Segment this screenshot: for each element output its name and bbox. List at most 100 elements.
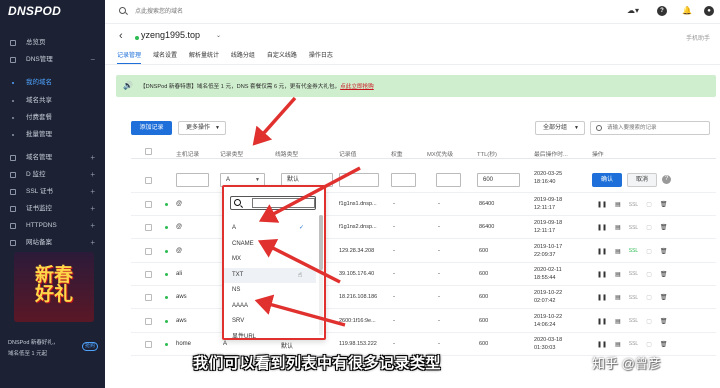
ssl-icon[interactable]: SSL <box>629 202 638 208</box>
remark-icon[interactable]: ▤ <box>615 271 621 278</box>
dropdown-option[interactable]: TXT ☝ <box>224 267 316 283</box>
dropdown-option[interactable]: NS <box>224 283 316 298</box>
mx-input[interactable] <box>436 173 461 187</box>
dropdown-option[interactable]: AAAA <box>224 299 316 314</box>
collapse-icon[interactable]: − <box>90 53 95 67</box>
remark-icon[interactable]: ▤ <box>615 224 621 231</box>
remark-icon[interactable]: ▤ <box>615 248 621 255</box>
pause-icon[interactable]: ❚❚ <box>597 271 607 278</box>
expand-icon[interactable]: + <box>90 219 95 233</box>
value-input[interactable] <box>339 173 379 187</box>
sidebar-subitem-paid-plan[interactable]: 付费套餐 <box>0 111 105 125</box>
document-icon[interactable]: ▢ <box>646 271 652 278</box>
help-icon[interactable]: ? <box>662 175 671 184</box>
scrollbar-thumb[interactable] <box>319 215 323 270</box>
sidebar-item-cert-monitor[interactable]: 证书监控 + <box>0 202 105 216</box>
sidebar-item-monitor[interactable]: D 监控 + <box>0 168 105 182</box>
tab-line-groups[interactable]: 线路分组 <box>231 52 255 64</box>
dropdown-option[interactable]: A ✓ <box>224 221 316 236</box>
host-input[interactable] <box>176 173 209 187</box>
ssl-icon[interactable]: SSL <box>629 248 638 254</box>
ssl-icon[interactable]: SSL <box>629 271 638 277</box>
add-record-button[interactable]: 添加记录 <box>131 121 172 135</box>
trash-icon[interactable]: 🗑 <box>660 201 668 208</box>
dropdown-option[interactable]: SRV <box>224 314 316 329</box>
tab-custom-lines[interactable]: 自定义线路 <box>267 52 297 64</box>
row-checkbox[interactable] <box>145 224 152 232</box>
more-actions-dropdown[interactable]: 更多操作 ▼ <box>178 121 226 135</box>
confirm-button[interactable]: 确认 <box>592 173 622 187</box>
expand-icon[interactable]: + <box>90 236 95 250</box>
row-checkbox[interactable] <box>145 294 152 302</box>
remark-icon[interactable]: ▤ <box>615 201 621 208</box>
pause-icon[interactable]: ❚❚ <box>597 224 607 231</box>
ttl-input[interactable]: 600 <box>477 173 520 187</box>
ssl-icon[interactable]: SSL <box>629 295 638 301</box>
trash-icon[interactable]: 🗑 <box>660 318 668 325</box>
mobile-assistant-link[interactable]: 手机助手 <box>686 33 710 42</box>
trash-icon[interactable]: 🗑 <box>660 271 668 278</box>
sidebar-item-icp[interactable]: 网站备案 + <box>0 236 105 250</box>
row-checkbox[interactable] <box>145 177 152 184</box>
dropdown-search-input[interactable] <box>252 198 315 208</box>
document-icon[interactable]: ▢ <box>646 341 652 348</box>
row-checkbox[interactable] <box>145 340 152 348</box>
weight-input[interactable] <box>391 173 416 187</box>
row-checkbox[interactable] <box>145 247 152 255</box>
expand-icon[interactable]: + <box>90 185 95 199</box>
trash-icon[interactable]: 🗑 <box>660 341 668 348</box>
pause-icon[interactable]: ❚❚ <box>597 201 607 208</box>
chevron-down-icon[interactable]: ⌄ <box>216 32 221 39</box>
expand-icon[interactable]: + <box>90 168 95 182</box>
document-icon[interactable]: ▢ <box>646 318 652 325</box>
sidebar-item-httpdns[interactable]: HTTPDNS + <box>0 219 105 233</box>
bell-icon[interactable]: 🔔 <box>682 6 692 16</box>
back-arrow-icon[interactable]: ‹ <box>119 30 123 42</box>
row-checkbox[interactable] <box>145 270 152 278</box>
dropdown-option[interactable]: MX <box>224 252 316 267</box>
cloud-icon[interactable]: ☁▾ <box>625 6 641 16</box>
group-select[interactable]: 全部分组 ▼ <box>535 121 585 135</box>
sidebar-subitem-domain-share[interactable]: 域名共享 <box>0 94 105 108</box>
dropdown-option[interactable]: 显性URL <box>224 330 316 339</box>
pause-icon[interactable]: ❚❚ <box>597 294 607 301</box>
select-all-checkbox[interactable] <box>145 148 152 155</box>
sidebar-item-ssl[interactable]: SSL 证书 + <box>0 185 105 199</box>
remark-icon[interactable]: ▤ <box>615 294 621 301</box>
promo-banner-image[interactable]: 新春好礼 <box>14 252 94 322</box>
record-search-input[interactable] <box>607 123 707 133</box>
sidebar-item-domain-mgmt[interactable]: 域名管理 + <box>0 151 105 165</box>
tab-domain-settings[interactable]: 域名设置 <box>153 52 177 64</box>
pause-icon[interactable]: ❚❚ <box>597 248 607 255</box>
row-checkbox[interactable] <box>145 317 152 325</box>
remark-icon[interactable]: ▤ <box>615 318 621 325</box>
expand-icon[interactable]: + <box>90 202 95 216</box>
document-icon[interactable]: ▢ <box>646 294 652 301</box>
trash-icon[interactable]: 🗑 <box>660 294 668 301</box>
dropdown-option[interactable]: CNAME <box>224 237 316 252</box>
document-icon[interactable]: ▢ <box>646 248 652 255</box>
document-icon[interactable]: ▢ <box>646 224 652 231</box>
domain-search-input[interactable] <box>135 6 335 18</box>
ssl-icon[interactable]: SSL <box>629 225 638 231</box>
sidebar-item-dns[interactable]: DNS管理 − <box>0 53 105 67</box>
ssl-icon[interactable]: SSL <box>629 341 638 347</box>
tab-operation-log[interactable]: 操作日志 <box>309 52 333 64</box>
dropdown-scrollbar[interactable] <box>319 215 323 335</box>
cancel-button[interactable]: 取消 <box>627 173 657 187</box>
ssl-icon[interactable]: SSL <box>629 318 638 324</box>
promo-buy-button[interactable]: 抢购 <box>82 342 98 351</box>
row-checkbox[interactable] <box>145 201 152 208</box>
user-avatar-icon[interactable]: ● <box>704 6 714 16</box>
trash-icon[interactable]: 🗑 <box>660 224 668 231</box>
sidebar-item-overview[interactable]: 总览页 <box>0 36 105 50</box>
sidebar-subitem-my-domains[interactable]: 我的域名 <box>0 76 105 90</box>
dnspod-logo[interactable]: DNSPOD <box>8 4 61 18</box>
remark-icon[interactable]: ▤ <box>615 341 621 348</box>
document-icon[interactable]: ▢ <box>646 201 652 208</box>
trash-icon[interactable]: 🗑 <box>660 248 668 255</box>
sidebar-subitem-batch[interactable]: 批量管理 <box>0 128 105 142</box>
tab-records[interactable]: 记录管理 <box>117 52 142 64</box>
pause-icon[interactable]: ❚❚ <box>597 341 607 348</box>
help-icon[interactable]: ? <box>657 6 667 16</box>
